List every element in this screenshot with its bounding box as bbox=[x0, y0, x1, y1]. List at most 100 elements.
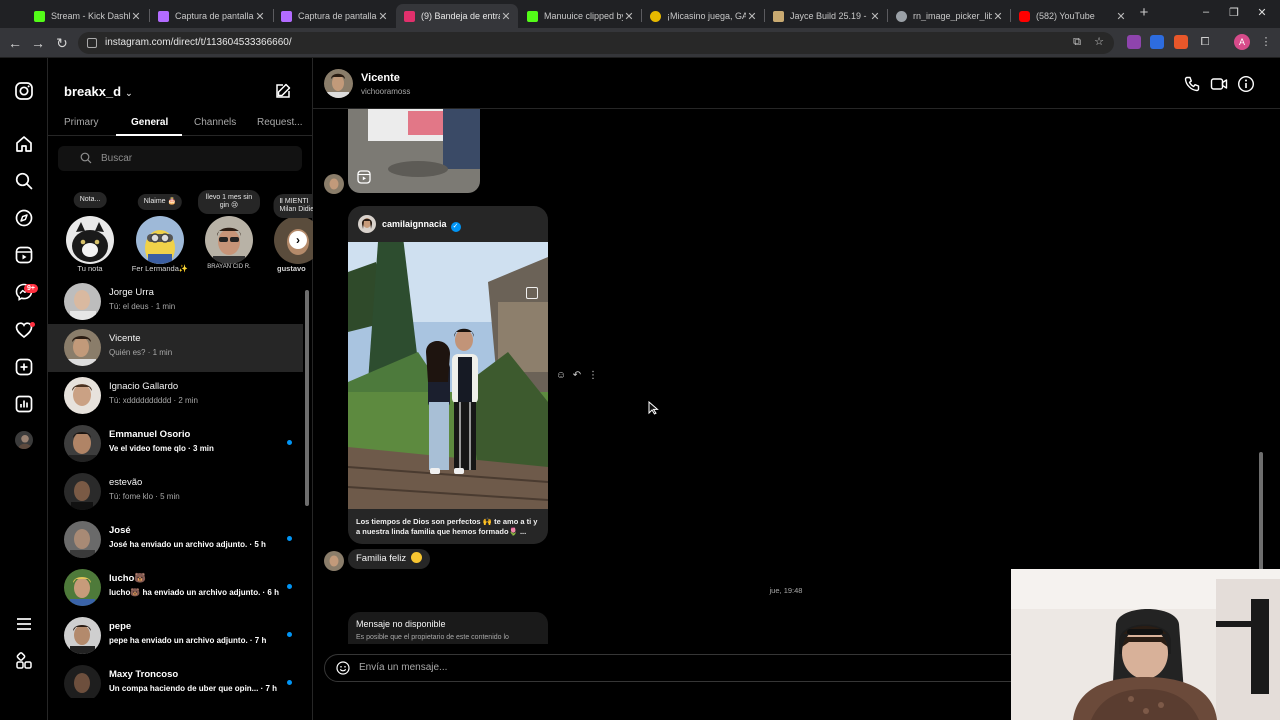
profile-avatar-icon[interactable] bbox=[15, 431, 33, 449]
close-icon[interactable]: ✕ bbox=[500, 10, 512, 23]
chat-contact-name[interactable]: Vicente bbox=[361, 72, 400, 84]
create-plus-icon[interactable] bbox=[14, 357, 34, 377]
browser-tab-strip: Stream - Kick Dashbo ✕ Captura de pantal… bbox=[0, 0, 1280, 28]
close-icon[interactable]: ✕ bbox=[869, 10, 881, 23]
restore-icon[interactable]: ❐ bbox=[1226, 6, 1242, 19]
close-icon[interactable]: ✕ bbox=[254, 10, 266, 23]
new-tab-button[interactable]: + bbox=[1136, 5, 1152, 21]
note-bubble: Nota... bbox=[73, 192, 107, 208]
react-emoji-icon[interactable]: ☺ bbox=[553, 370, 569, 381]
browser-tab[interactable]: Stream - Kick Dashbo ✕ bbox=[26, 4, 148, 28]
thread-preview: Tú: xdddddddddd · 2 min bbox=[109, 396, 198, 405]
extension-icon[interactable] bbox=[1127, 35, 1141, 49]
tab-channels[interactable]: Channels bbox=[194, 117, 236, 128]
home-icon[interactable] bbox=[14, 134, 34, 154]
thread-item[interactable]: pepe pepe ha enviado un archivo adjunto.… bbox=[48, 612, 303, 660]
note-name: Tu nota bbox=[77, 264, 103, 273]
reply-icon[interactable]: ↶ bbox=[569, 370, 585, 381]
extension-icon[interactable] bbox=[1174, 35, 1188, 49]
search-icon[interactable] bbox=[14, 171, 34, 191]
shared-post-image[interactable] bbox=[348, 242, 548, 509]
search-input[interactable]: Buscar bbox=[58, 146, 302, 171]
more-options-icon[interactable]: ⋮ bbox=[585, 370, 601, 381]
thread-item[interactable]: estevão Tú: fome klo · 5 min bbox=[48, 468, 303, 516]
account-switcher[interactable]: breakx_d ⌄ bbox=[64, 84, 133, 99]
inbox-panel: breakx_d ⌄ Primary General Channels Reque… bbox=[48, 58, 313, 720]
note-bubble: Nlaime 🎂 bbox=[137, 194, 183, 210]
profile-avatar[interactable]: A bbox=[1234, 34, 1250, 50]
browser-tab[interactable]: ¡Micasino juega, GAN ✕ bbox=[642, 4, 764, 28]
account-username: breakx_d bbox=[64, 84, 122, 99]
back-icon[interactable]: ← bbox=[6, 34, 24, 52]
search-icon bbox=[80, 152, 92, 164]
video-call-icon[interactable] bbox=[1210, 75, 1228, 93]
inbox-scrollbar[interactable] bbox=[305, 290, 309, 506]
close-icon[interactable]: ✕ bbox=[130, 10, 142, 23]
activity-dot bbox=[30, 322, 35, 327]
avatar[interactable] bbox=[324, 69, 353, 98]
extension-icon[interactable] bbox=[1150, 35, 1164, 49]
close-icon[interactable]: ✕ bbox=[377, 10, 389, 23]
forward-icon[interactable]: → bbox=[29, 34, 47, 52]
close-icon[interactable]: ✕ bbox=[746, 10, 758, 23]
close-icon[interactable]: ✕ bbox=[623, 10, 635, 23]
tab-title: (9) Bandeja de entrad bbox=[421, 11, 500, 21]
thread-item[interactable]: Maxy Troncoso Un compa haciendo de uber … bbox=[48, 660, 303, 698]
reload-icon[interactable]: ↻ bbox=[53, 34, 71, 52]
tab-primary[interactable]: Primary bbox=[64, 117, 98, 128]
extensions-puzzle-icon[interactable]: ⧠ bbox=[1197, 34, 1213, 50]
emoji-picker-icon[interactable] bbox=[336, 661, 350, 675]
kick-icon bbox=[527, 10, 538, 22]
search-placeholder: Buscar bbox=[101, 153, 133, 164]
browser-tab[interactable]: Captura de pantalla p ✕ bbox=[150, 4, 272, 28]
bookmark-star-icon[interactable]: ☆ bbox=[1091, 34, 1107, 50]
site-info-icon[interactable] bbox=[87, 38, 97, 48]
reels-icon[interactable] bbox=[14, 245, 34, 265]
browser-tab-active[interactable]: (9) Bandeja de entrad ✕ bbox=[396, 4, 518, 28]
thread-preview: pepe ha enviado un archivo adjunto. · 7 … bbox=[109, 636, 267, 645]
unread-dot bbox=[287, 632, 292, 637]
avatar bbox=[64, 569, 101, 606]
window-close-icon[interactable]: ✕ bbox=[1254, 6, 1270, 19]
dashboard-chart-icon[interactable] bbox=[14, 394, 34, 414]
notes-next-arrow-icon[interactable]: › bbox=[289, 231, 307, 249]
tab-title: Manuuice clipped by bbox=[544, 11, 623, 21]
shared-post-username[interactable]: camilaignnacia ✓ bbox=[382, 219, 461, 232]
instagram-sidebar: 9+ bbox=[0, 58, 48, 720]
browser-tab[interactable]: rn_image_picker_lib_ ✕ bbox=[888, 4, 1010, 28]
menu-hamburger-icon[interactable] bbox=[14, 614, 34, 634]
note-bubble: llevo 1 mes sin gin 😢 bbox=[198, 190, 260, 214]
thread-item[interactable]: Emmanuel Osorio Ve el video fome qlo · 3… bbox=[48, 420, 303, 468]
instagram-logo-icon[interactable] bbox=[14, 81, 34, 101]
message-bubble[interactable]: Familia feliz bbox=[348, 549, 430, 569]
tab-requests[interactable]: Request... bbox=[257, 117, 303, 128]
chat-scrollbar[interactable] bbox=[1259, 114, 1264, 614]
thread-preview: Ve el video fome qlo · 3 min bbox=[109, 444, 214, 453]
browser-tab[interactable]: (582) YouTube ✕ bbox=[1011, 4, 1133, 28]
thread-item[interactable]: lucho🐻 lucho🐻 ha enviado un archivo adju… bbox=[48, 564, 303, 612]
also-from-meta-icon[interactable] bbox=[14, 651, 34, 671]
browser-tab[interactable]: Captura de pantalla p ✕ bbox=[273, 4, 395, 28]
close-icon[interactable]: ✕ bbox=[1115, 10, 1127, 23]
thread-item-selected[interactable]: Vicente Quién es? · 1 min bbox=[48, 324, 303, 372]
minimize-icon[interactable]: – bbox=[1198, 6, 1214, 18]
browser-tab[interactable]: Jayce Build 25.19 - R ✕ bbox=[765, 4, 887, 28]
thread-item[interactable]: Jorge Urra Tú: el deus · 1 min bbox=[48, 278, 303, 326]
address-bar[interactable]: instagram.com/direct/t/113604533366660/ bbox=[78, 32, 1114, 54]
more-menu-icon[interactable]: ⋮ bbox=[1258, 34, 1274, 50]
info-icon[interactable] bbox=[1237, 75, 1255, 93]
globe-icon bbox=[896, 10, 907, 22]
explore-compass-icon[interactable] bbox=[14, 208, 34, 228]
avatar bbox=[358, 215, 376, 233]
shared-post-card[interactable]: camilaignnacia ✓ Los tiempos de Dios son… bbox=[348, 206, 548, 544]
tab-general[interactable]: General bbox=[131, 117, 168, 128]
install-app-icon[interactable]: ⧉ bbox=[1069, 34, 1085, 50]
thread-item[interactable]: Ignacio Gallardo Tú: xdddddddddd · 2 min bbox=[48, 372, 303, 420]
chat-contact-username: vichooramoss bbox=[361, 87, 411, 96]
thread-preview: Un compa haciendo de uber que opin... · … bbox=[109, 684, 278, 693]
close-icon[interactable]: ✕ bbox=[992, 10, 1004, 23]
browser-tab[interactable]: Manuuice clipped by ✕ bbox=[519, 4, 641, 28]
new-message-icon[interactable] bbox=[274, 82, 292, 100]
phone-call-icon[interactable] bbox=[1183, 75, 1201, 93]
thread-item[interactable]: José José ha enviado un archivo adjunto.… bbox=[48, 516, 303, 564]
